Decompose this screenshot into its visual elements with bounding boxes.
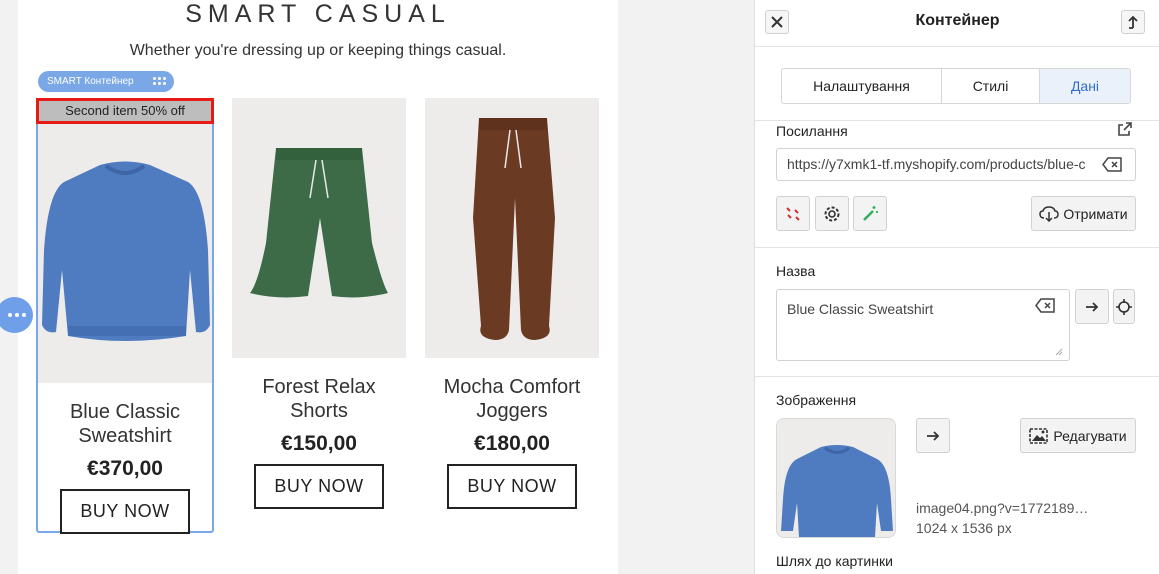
product-card-2[interactable]: Forest Relax Shorts €150,00 BUY NOW [232, 98, 406, 509]
smart-container-label[interactable]: SMART Контейнер [38, 71, 174, 92]
divider [755, 247, 1159, 248]
crosshair-icon [1116, 298, 1132, 315]
tab-data[interactable]: Дані [1040, 69, 1130, 103]
edit-image-button[interactable]: Редагувати [1020, 418, 1136, 453]
magic-wand-button[interactable] [853, 196, 887, 231]
section-title: SMART CASUAL [185, 0, 451, 28]
product-image-1[interactable] [38, 100, 212, 383]
product-image-3[interactable] [425, 98, 599, 358]
product-price-1: €370,00 [87, 457, 163, 480]
arrow-right-icon [1086, 301, 1099, 312]
properties-panel: Контейнер Налаштування Стилі Дані Посила… [754, 0, 1159, 574]
buy-now-button-3[interactable]: BUY NOW [447, 464, 577, 509]
unlink-icon [786, 206, 800, 221]
section-subtitle: Whether you're dressing up or keeping th… [129, 42, 507, 59]
sweatshirt-image [42, 161, 210, 341]
edit-image-label: Редагувати [1053, 427, 1127, 444]
link-value: https://y7xmk1-tf.myshopify.com/products… [787, 156, 1086, 172]
dot-icon [21, 313, 26, 317]
image-path-label: Шлях до картинки [776, 553, 893, 569]
drag-handle-icon[interactable] [153, 77, 166, 86]
image-label: Зображення [776, 392, 857, 408]
shorts-image [250, 148, 388, 298]
select-parent-button[interactable] [1121, 10, 1145, 34]
dot-icon [7, 313, 12, 317]
fetch-label: Отримати [1063, 205, 1128, 222]
image-thumbnail[interactable] [776, 418, 896, 538]
page-canvas: SMART CASUAL Whether you're dressing up … [18, 0, 618, 574]
product-card-3[interactable]: Mocha Comfort Joggers €180,00 BUY NOW [425, 98, 599, 509]
settings-button[interactable] [815, 196, 849, 231]
dot-icon [14, 313, 19, 317]
external-link-icon[interactable] [1117, 121, 1133, 137]
smart-container-text: SMART Контейнер [47, 76, 134, 87]
apply-image-button[interactable] [916, 418, 950, 453]
arrow-up-icon [1128, 15, 1138, 29]
tab-styles[interactable]: Стилі [942, 69, 1040, 103]
fetch-button[interactable]: Отримати [1031, 196, 1136, 231]
magic-wand-icon [863, 205, 878, 221]
buy-now-button-1[interactable]: BUY NOW [60, 489, 190, 534]
buy-now-button-2[interactable]: BUY NOW [254, 464, 384, 509]
image-dimensions: 1024 x 1536 px [916, 520, 1012, 536]
clear-icon[interactable] [1035, 298, 1055, 313]
name-textarea[interactable]: Blue Classic Sweatshirt [776, 289, 1070, 361]
target-button[interactable] [1113, 289, 1135, 324]
name-label: Назва [776, 263, 816, 279]
product-price-3: €180,00 [474, 432, 550, 455]
image-filename: image04.png?v=1772189… [916, 500, 1089, 516]
tab-settings[interactable]: Налаштування [782, 69, 942, 103]
product-name-2: Forest Relax Shorts [262, 376, 376, 422]
panel-tabs: Налаштування Стилі Дані [781, 68, 1131, 104]
gear-icon [824, 206, 840, 221]
name-value: Blue Classic Sweatshirt [787, 301, 934, 317]
sweatshirt-thumbnail-image [781, 445, 893, 537]
clear-icon[interactable] [1102, 157, 1122, 172]
product-name-3: Mocha Comfort Joggers [443, 376, 581, 422]
image-edit-icon [1029, 427, 1049, 444]
product-price-2: €150,00 [281, 432, 357, 455]
product-name-1: Blue Classic Sweatshirt [69, 401, 181, 447]
link-input[interactable]: https://y7xmk1-tf.myshopify.com/products… [776, 148, 1136, 181]
resize-grip-icon[interactable] [1055, 348, 1063, 356]
panel-header: Контейнер [755, 0, 1159, 47]
cloud-download-icon [1039, 205, 1060, 222]
apply-name-button[interactable] [1075, 289, 1109, 324]
arrow-right-icon [927, 430, 940, 441]
promo-badge[interactable]: Second item 50% off [36, 98, 214, 124]
divider [755, 120, 1159, 121]
joggers-image [473, 118, 555, 340]
unlink-button[interactable] [776, 196, 810, 231]
panel-title: Контейнер [915, 12, 1000, 29]
divider [755, 376, 1159, 377]
link-label: Посилання [776, 123, 848, 139]
product-card-1[interactable]: Second item 50% off Blue Classic Sweatsh… [36, 98, 214, 534]
product-image-2[interactable] [232, 98, 406, 358]
